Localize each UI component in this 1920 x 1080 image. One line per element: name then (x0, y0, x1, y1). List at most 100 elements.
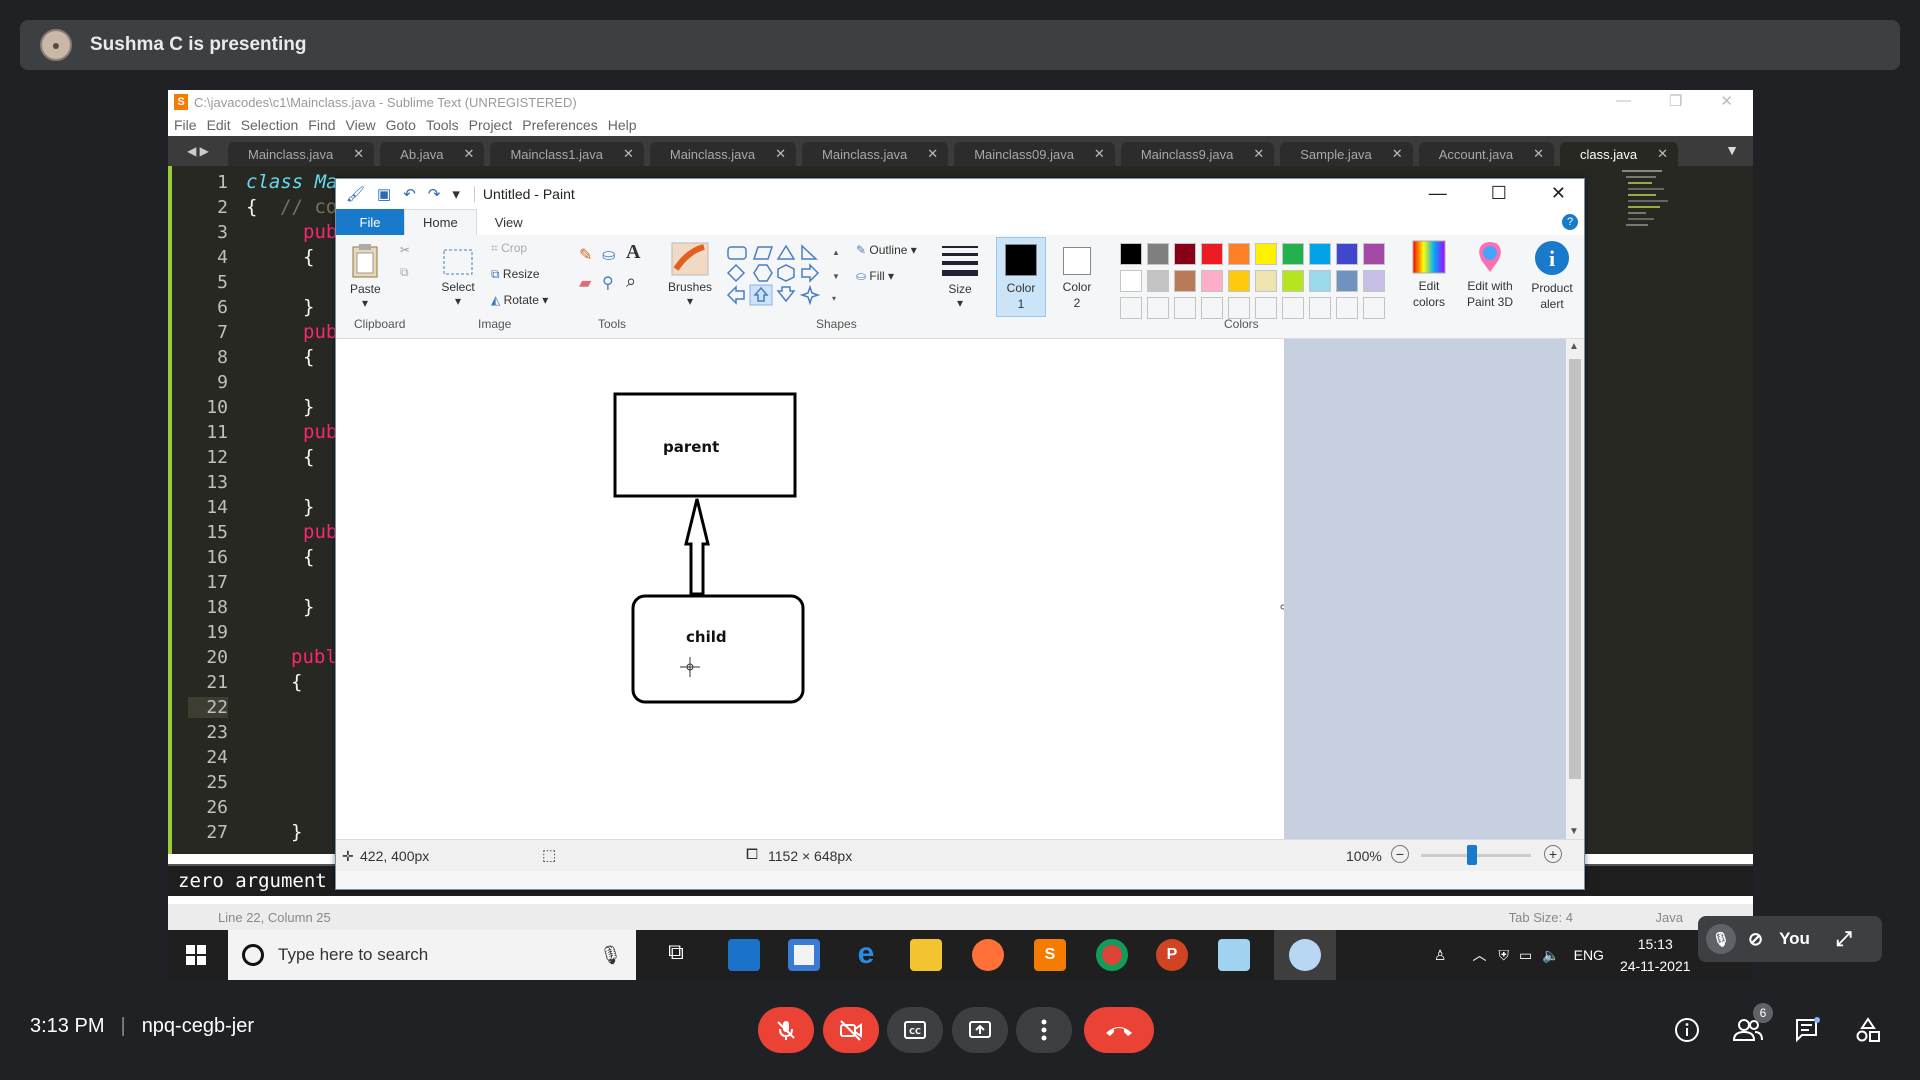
brushes-dropdown-icon[interactable]: ▾ (668, 294, 712, 308)
size-dropdown-icon[interactable]: ▾ (938, 296, 982, 310)
palette-swatch[interactable] (1228, 270, 1250, 292)
color-picker-icon[interactable]: ⚲ (602, 273, 614, 293)
tab-file[interactable]: File (336, 209, 404, 235)
file-tab[interactable]: Sample.java ✕ (1280, 142, 1413, 166)
paste-dropdown-icon[interactable]: ▾ (350, 296, 380, 310)
close-tab-icon[interactable]: ✕ (775, 146, 786, 162)
tab-home[interactable]: Home (404, 209, 477, 235)
product-alert-button[interactable]: i Product alert (1526, 239, 1578, 312)
notepad-icon[interactable] (1218, 939, 1250, 971)
menu-project[interactable]: Project (469, 117, 513, 133)
show-hidden-icons[interactable]: ︿ (1472, 945, 1486, 965)
menu-goto[interactable]: Goto (386, 117, 416, 133)
palette-swatch[interactable] (1147, 243, 1169, 265)
syntax-language[interactable]: Java (1656, 910, 1683, 925)
quick-access-dropdown-icon[interactable]: ▾ (452, 185, 460, 203)
palette-swatch[interactable] (1201, 243, 1223, 265)
palette-swatch[interactable] (1363, 243, 1385, 265)
participants-button[interactable]: 6 (1731, 1003, 1773, 1047)
paint-maximize-icon[interactable]: ☐ (1491, 183, 1507, 204)
palette-swatch[interactable] (1309, 270, 1331, 292)
close-tab-icon[interactable]: ✕ (623, 146, 634, 162)
copy-icon[interactable]: ⧉ (400, 265, 409, 280)
select-button[interactable]: Select ▾ (440, 247, 476, 308)
paint-taskbar-icon[interactable] (1274, 930, 1336, 980)
brushes-button[interactable]: Brushes ▾ (668, 241, 712, 308)
menu-tools[interactable]: Tools (426, 117, 459, 133)
palette-swatch[interactable] (1336, 270, 1358, 292)
crop-button[interactable]: ⌗ Crop (491, 241, 527, 256)
file-tab[interactable]: Mainclass9.java ✕ (1120, 142, 1275, 166)
paste-button[interactable]: Paste ▾ (350, 243, 381, 310)
paint-minimize-icon[interactable]: — (1429, 183, 1447, 204)
custom-color-slot[interactable] (1174, 297, 1196, 319)
chrome-icon[interactable] (1096, 939, 1128, 971)
close-tab-icon[interactable]: ✕ (1094, 146, 1105, 162)
microphone-toggle-button[interactable] (758, 1007, 814, 1053)
palette-swatch[interactable] (1228, 243, 1250, 265)
palette-swatch[interactable] (1282, 270, 1304, 292)
tab-view[interactable]: View (477, 209, 541, 235)
menu-find[interactable]: Find (308, 117, 335, 133)
palette-swatch[interactable] (1174, 270, 1196, 292)
close-tab-icon[interactable]: ✕ (1392, 146, 1403, 162)
taskbar-clock[interactable]: 15:13 24-11-2021 (1620, 936, 1691, 974)
file-tab-active[interactable]: class.java ✕ (1560, 142, 1679, 166)
menu-help[interactable]: Help (608, 117, 637, 133)
file-tab[interactable]: Account.java ✕ (1418, 142, 1555, 166)
pencil-icon[interactable]: ✎ (579, 245, 592, 265)
zoom-slider-thumb[interactable] (1467, 845, 1477, 865)
resize-button[interactable]: ⧉ Resize (491, 267, 540, 282)
eraser-icon[interactable]: ▰ (579, 273, 591, 293)
file-explorer-icon[interactable] (910, 939, 942, 971)
file-tab[interactable]: Mainclass09.java ✕ (954, 142, 1115, 166)
select-dropdown-icon[interactable]: ▾ (440, 294, 476, 308)
activities-button[interactable] (1851, 1013, 1885, 1047)
captions-button[interactable]: CC (887, 1007, 943, 1053)
minimap[interactable] (1608, 166, 1738, 246)
close-tab-icon[interactable]: ✕ (1657, 146, 1668, 162)
custom-color-slot[interactable] (1120, 297, 1142, 319)
file-tab[interactable]: Mainclass.java ✕ (228, 142, 375, 166)
zoom-in-icon[interactable]: + (1544, 845, 1562, 863)
scroll-down-icon[interactable]: ▼ (1569, 826, 1579, 837)
file-tab[interactable]: Mainclass.java ✕ (649, 142, 797, 166)
menu-selection[interactable]: Selection (241, 117, 299, 133)
security-icon[interactable]: ⛨ (1498, 947, 1509, 964)
close-tab-icon[interactable]: ✕ (1533, 146, 1544, 162)
palette-swatch[interactable] (1282, 243, 1304, 265)
palette-swatch[interactable] (1120, 270, 1142, 292)
minimize-icon[interactable]: — (1616, 92, 1631, 110)
redo-icon[interactable]: ↷ (428, 185, 441, 203)
menu-view[interactable]: View (346, 117, 376, 133)
custom-color-slot[interactable] (1228, 297, 1250, 319)
close-tab-icon[interactable]: ✕ (1253, 146, 1264, 162)
custom-color-slot[interactable] (1201, 297, 1223, 319)
palette-swatch[interactable] (1336, 243, 1358, 265)
cut-icon[interactable]: ✂ (400, 243, 410, 257)
meeting-details-button[interactable] (1670, 1013, 1704, 1047)
file-tab[interactable]: Mainclass1.java ✕ (490, 142, 644, 166)
close-tab-icon[interactable]: ✕ (353, 146, 364, 162)
outline-button[interactable]: ✎ Outline ▾ (856, 243, 917, 257)
palette-swatch[interactable] (1255, 270, 1277, 292)
close-tab-icon[interactable]: ✕ (464, 146, 475, 162)
edit-colors-button[interactable]: Edit colors (1406, 239, 1452, 310)
vertical-scrollbar[interactable]: ▲ ▼ (1566, 339, 1584, 839)
palette-swatch[interactable] (1255, 243, 1277, 265)
windows-start-icon[interactable] (186, 945, 206, 965)
tab-menu-icon[interactable]: ▼ (1725, 142, 1739, 158)
tab-scroll-arrows-icon[interactable]: ◀ ▶ (168, 136, 228, 166)
close-icon[interactable]: ✕ (1720, 92, 1733, 110)
custom-color-slot[interactable] (1255, 297, 1277, 319)
self-video-tile[interactable]: 🎙 ⊘ You ⤢ (1698, 916, 1882, 962)
text-tool-icon[interactable]: A (626, 241, 640, 264)
task-view-icon[interactable]: ⧉ (660, 939, 692, 971)
custom-color-slot[interactable] (1309, 297, 1331, 319)
edit-paint3d-button[interactable]: Edit with Paint 3D (1458, 239, 1522, 310)
restore-icon[interactable]: ❐ (1669, 92, 1682, 110)
battery-icon[interactable]: ▭ (1519, 947, 1532, 964)
people-icon[interactable]: ♙ (1434, 947, 1447, 964)
meeting-code[interactable]: npq-cegb-jer (142, 1015, 254, 1038)
edge-icon[interactable]: e (850, 939, 882, 971)
